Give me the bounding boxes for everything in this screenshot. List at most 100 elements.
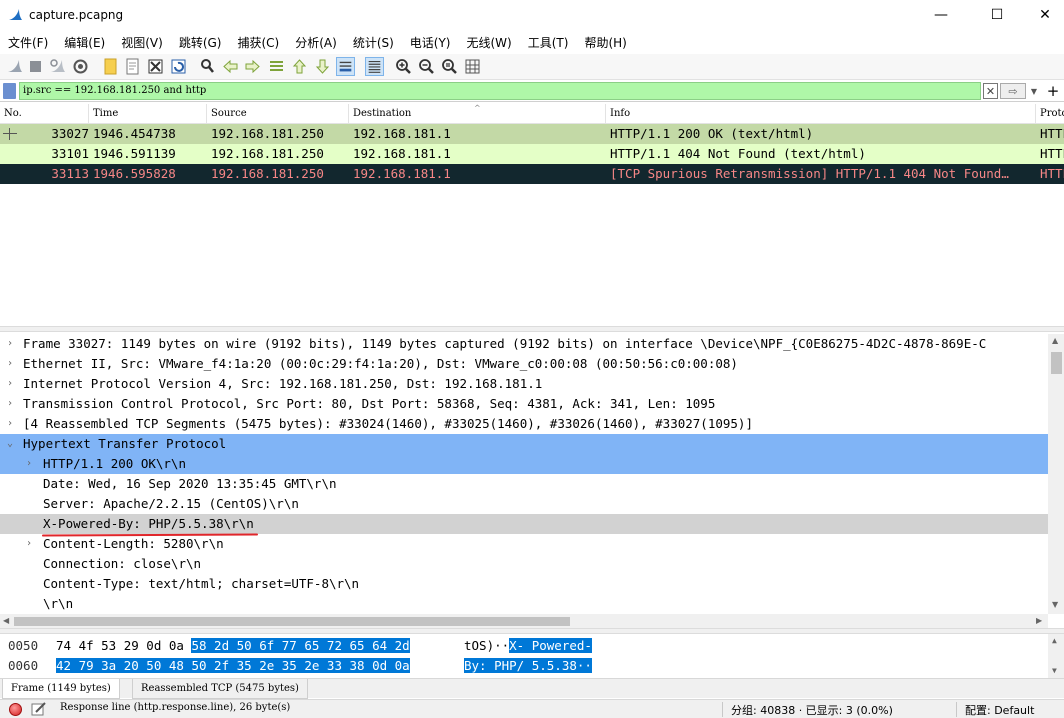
tree-item-http-x-powered-by[interactable]: X-Powered-By: PHP/5.5.38\r\n — [0, 514, 1048, 534]
minimize-button[interactable]: — — [918, 0, 964, 30]
tree-item-http-connection[interactable]: Connection: close\r\n — [0, 554, 1048, 574]
scroll-down-icon[interactable]: ▼ — [1052, 666, 1057, 675]
maximize-button[interactable]: ☐ — [974, 0, 1020, 30]
column-header-source[interactable]: Source — [207, 104, 349, 124]
scrollbar-thumb[interactable] — [1051, 352, 1062, 374]
capture-comment-icon[interactable] — [31, 702, 47, 716]
expand-arrow-icon[interactable]: › — [5, 354, 15, 374]
restart-fin-icon[interactable] — [48, 57, 67, 76]
column-header-no[interactable]: No. — [0, 104, 89, 124]
packet-details-tree: › Frame 33027: 1149 bytes on wire (9192 … — [0, 334, 1064, 614]
add-filter-button[interactable]: + — [1045, 82, 1061, 100]
tree-item-tcp[interactable]: › Transmission Control Protocol, Src Por… — [0, 394, 1048, 414]
column-header-protocol[interactable]: Proto — [1036, 104, 1064, 124]
bytes-vertical-scrollbar[interactable]: ▲ ▼ — [1048, 634, 1064, 678]
details-vertical-scrollbar[interactable]: ▲ ▼ — [1048, 334, 1064, 614]
zoom-reset-icon[interactable] — [440, 57, 459, 76]
menu-file[interactable]: 文件(F) — [0, 34, 56, 51]
packet-row[interactable]: 33027 1946.454738 192.168.181.250 192.16… — [0, 124, 1064, 144]
scroll-down-icon[interactable]: ▼ — [1052, 600, 1058, 609]
tree-item-http-date[interactable]: Date: Wed, 16 Sep 2020 13:35:45 GMT\r\n — [0, 474, 1048, 494]
tree-item-http-server[interactable]: Server: Apache/2.2.15 (CentOS)\r\n — [0, 494, 1048, 514]
menu-go[interactable]: 跳转(G) — [171, 34, 230, 51]
last-packet-icon[interactable] — [313, 57, 332, 76]
scroll-up-icon[interactable]: ▲ — [1052, 336, 1058, 345]
filter-clear-button[interactable]: ✕ — [983, 83, 998, 99]
column-header-time[interactable]: Time — [89, 104, 207, 124]
colorize-icon[interactable] — [365, 57, 384, 76]
tree-item-http[interactable]: ⌄ Hypertext Transfer Protocol — [0, 434, 1048, 454]
column-header-info[interactable]: Info — [606, 104, 1036, 124]
tree-item-http-content-length[interactable]: › Content-Length: 5280\r\n — [0, 534, 1048, 554]
scrollbar-thumb[interactable] — [14, 617, 570, 626]
menu-wireless[interactable]: 无线(W) — [459, 34, 520, 51]
expand-arrow-icon[interactable]: › — [5, 334, 15, 354]
close-file-icon[interactable] — [146, 57, 165, 76]
display-filter-input[interactable]: ip.src == 192.168.181.250 and http — [19, 82, 981, 100]
tree-item-http-crlf[interactable]: \r\n — [0, 594, 1048, 614]
packet-row[interactable]: 33101 1946.591139 192.168.181.250 192.16… — [0, 144, 1064, 164]
zoom-out-icon[interactable] — [417, 57, 436, 76]
menu-view[interactable]: 视图(V) — [113, 34, 171, 51]
back-arrow-icon[interactable] — [221, 57, 240, 76]
shark-fin-start-icon[interactable] — [5, 57, 24, 76]
scroll-up-icon[interactable]: ▲ — [1052, 636, 1057, 645]
expand-arrow-icon[interactable]: › — [5, 374, 15, 394]
status-profile[interactable]: 配置: Default — [965, 702, 1034, 718]
expand-arrow-icon[interactable]: › — [5, 414, 15, 434]
capture-options-icon[interactable] — [71, 57, 90, 76]
tab-reassembled-tcp[interactable]: Reassembled TCP (5475 bytes) — [132, 679, 308, 699]
bytes-hex-selected[interactable]: 58 2d 50 6f 77 65 72 65 64 2d — [191, 638, 410, 653]
bytes-ascii-selected[interactable]: By: PHP/ 5.5.38·· — [464, 658, 592, 673]
details-horizontal-scrollbar[interactable]: ◀ ▶ — [0, 614, 1048, 628]
resize-columns-icon[interactable] — [463, 57, 482, 76]
filter-bookmark-icon[interactable] — [3, 83, 16, 99]
tree-item-reassembled[interactable]: › [4 Reassembled TCP Segments (5475 byte… — [0, 414, 1048, 434]
tree-item-label: Content-Type: text/html; charset=UTF-8\r… — [43, 576, 360, 591]
autoscroll-icon[interactable] — [336, 57, 355, 76]
menu-help[interactable]: 帮助(H) — [576, 34, 634, 51]
window-title: capture.pcapng — [29, 8, 124, 22]
tree-item-http-content-type[interactable]: Content-Type: text/html; charset=UTF-8\r… — [0, 574, 1048, 594]
zoom-in-icon[interactable] — [394, 57, 413, 76]
bytes-hex-selected[interactable]: 42 79 3a 20 50 48 50 2f 35 2e 35 2e 33 3… — [56, 658, 410, 673]
pane-splitter[interactable] — [0, 326, 1064, 332]
bytes-ascii[interactable]: By: PHP/ 5.5.38·· — [464, 656, 592, 676]
find-icon[interactable] — [198, 57, 217, 76]
tree-item-frame[interactable]: › Frame 33027: 1149 bytes on wire (9192 … — [0, 334, 1048, 354]
expand-arrow-icon[interactable]: › — [24, 534, 34, 554]
tree-item-label: Ethernet II, Src: VMware_f4:1a:20 (00:0c… — [23, 356, 738, 371]
menu-analyze[interactable]: 分析(A) — [287, 34, 345, 51]
filter-history-dropdown[interactable]: ▼ — [1027, 83, 1041, 99]
packet-row[interactable]: 33113 1946.595828 192.168.181.250 192.16… — [0, 164, 1064, 184]
bytes-hex[interactable]: 74 4f 53 29 0d 0a 58 2d 50 6f 77 65 72 6… — [56, 636, 410, 656]
expand-arrow-icon[interactable]: › — [24, 454, 34, 474]
first-packet-icon[interactable] — [290, 57, 309, 76]
go-to-packet-icon[interactable] — [267, 57, 286, 76]
filter-apply-button[interactable]: ⇨ — [1000, 83, 1026, 99]
scroll-right-icon[interactable]: ▶ — [1036, 616, 1042, 625]
file-icon[interactable] — [123, 57, 142, 76]
menu-telephony[interactable]: 电话(Y) — [402, 34, 459, 51]
bytes-ascii[interactable]: tOS)··X- Powered- — [464, 636, 592, 656]
reload-icon[interactable] — [169, 57, 188, 76]
forward-arrow-icon[interactable] — [243, 57, 262, 76]
bytes-ascii-selected[interactable]: X- Powered- — [509, 638, 592, 653]
menu-capture[interactable]: 捕获(C) — [229, 34, 287, 51]
menu-statistics[interactable]: 统计(S) — [345, 34, 402, 51]
menu-tools[interactable]: 工具(T) — [520, 34, 577, 51]
open-folder-icon[interactable] — [101, 57, 120, 76]
tab-frame-bytes[interactable]: Frame (1149 bytes) — [2, 679, 120, 699]
tree-item-http-status-line[interactable]: › HTTP/1.1 200 OK\r\n — [0, 454, 1048, 474]
close-button[interactable]: ✕ — [1022, 0, 1064, 30]
tree-item-ethernet[interactable]: › Ethernet II, Src: VMware_f4:1a:20 (00:… — [0, 354, 1048, 374]
scroll-left-icon[interactable]: ◀ — [3, 616, 9, 625]
menu-edit[interactable]: 编辑(E) — [56, 34, 113, 51]
stop-square-icon[interactable] — [26, 57, 45, 76]
collapse-arrow-icon[interactable]: ⌄ — [5, 434, 15, 454]
expand-arrow-icon[interactable]: › — [5, 394, 15, 414]
tree-item-ipv4[interactable]: › Internet Protocol Version 4, Src: 192.… — [0, 374, 1048, 394]
bytes-hex[interactable]: 42 79 3a 20 50 48 50 2f 35 2e 35 2e 33 3… — [56, 656, 410, 676]
status-separator — [956, 702, 957, 717]
expert-info-led-icon[interactable] — [9, 703, 22, 716]
